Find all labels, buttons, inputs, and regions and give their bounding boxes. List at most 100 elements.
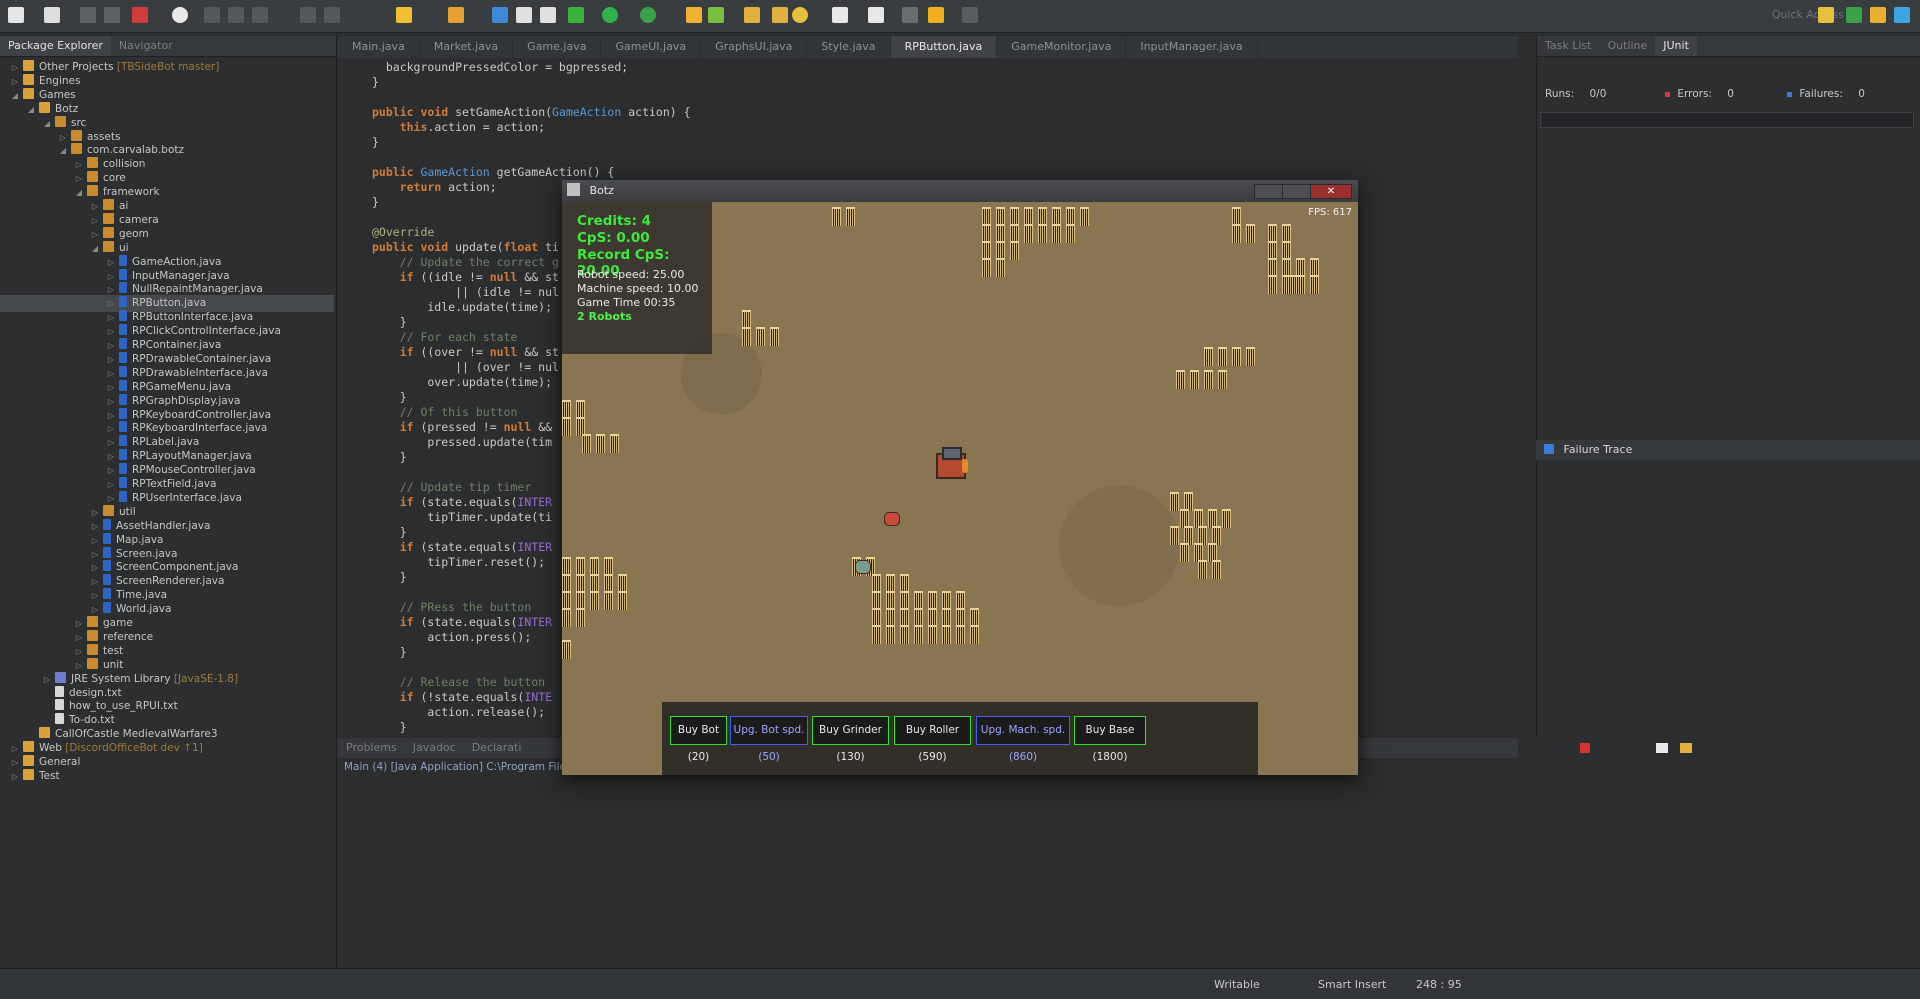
editor-tab[interactable]: GraphsUI.java [701, 36, 808, 58]
step-into-icon[interactable] [300, 7, 316, 23]
tree-item-label: RPTextField.java [132, 478, 217, 490]
console-launch-line: Main (4) [Java Application] C:\Program F… [344, 761, 566, 773]
resume-icon[interactable] [204, 7, 220, 23]
skip-breakpoints-icon[interactable] [172, 7, 188, 23]
clear-console-icon[interactable] [1656, 743, 1668, 753]
editor-tab[interactable]: InputManager.java [1126, 36, 1258, 58]
editor-tab[interactable]: Style.java [807, 36, 891, 58]
project-folder-icon [23, 741, 34, 753]
link-icon[interactable] [492, 7, 508, 23]
format-icon[interactable] [516, 7, 532, 23]
code-line: if ((over != null && st [399, 345, 559, 359]
wrench-icon[interactable] [396, 7, 412, 23]
tree-item-label: com.carvalab.botz [87, 144, 185, 157]
code-line: if (pressed != null && [399, 420, 553, 434]
new-class-icon[interactable] [686, 7, 702, 23]
minimize-button[interactable] [1254, 184, 1284, 199]
open-resource-icon[interactable] [772, 7, 788, 23]
maximize-button[interactable] [1282, 184, 1312, 199]
search-icon[interactable] [792, 7, 808, 23]
editor-tab[interactable]: GameUI.java [601, 36, 702, 58]
suspend-icon[interactable] [228, 7, 244, 23]
code-line: || (over != nul [372, 360, 559, 374]
console-tab[interactable]: Problems [338, 738, 405, 758]
shop-button[interactable]: Upg. Mach. spd. (860) [976, 716, 1070, 763]
pen-icon[interactable] [448, 7, 464, 23]
mini-bot-sprite[interactable] [855, 560, 871, 574]
wheat-crop-icon [886, 625, 895, 644]
wheat-crop-icon [846, 207, 855, 226]
terminate-icon[interactable] [1580, 743, 1590, 753]
tab-outline[interactable]: Outline [1599, 36, 1655, 56]
save-icon[interactable] [80, 7, 96, 23]
wheat-crop-icon [1080, 207, 1089, 226]
code-line: backgroundPressedColor = bgpressed; [372, 60, 629, 74]
game-window[interactable]: Botz ✕ Credits: 4 CpS: 0.00 Record CpS: … [562, 180, 1358, 775]
junit-test-tree[interactable] [1540, 112, 1914, 128]
shop-button[interactable]: Buy Grinder (130) [812, 716, 889, 763]
expand-closed-icon[interactable]: ▷ [10, 768, 20, 785]
console-tab[interactable]: Declarati [464, 738, 530, 758]
tab-navigator[interactable]: Navigator [111, 36, 181, 56]
game-titlebar[interactable]: Botz ✕ [562, 180, 1358, 202]
tree-item[interactable]: ▷ Test [0, 768, 334, 785]
tree-item-suffix: [DiscordOfficeBot dev ↑1] [61, 742, 203, 755]
editor-tab[interactable]: Main.java [338, 36, 420, 58]
shop-button[interactable]: Buy Bot (20) [670, 716, 727, 763]
back-icon[interactable] [928, 7, 944, 23]
package-icon [71, 143, 82, 155]
wheat-crop-icon [1176, 370, 1185, 389]
run-icon[interactable] [602, 7, 618, 23]
open-icon[interactable] [44, 7, 60, 23]
git-perspective-icon[interactable] [1894, 7, 1910, 23]
hud-robot-count: 2 Robots [577, 310, 632, 323]
console-tab[interactable]: Javadoc [405, 738, 464, 758]
hud-game-time: Game Time 00:35 [577, 296, 676, 309]
new-icon[interactable] [8, 7, 24, 23]
perspective-icon[interactable] [1818, 7, 1834, 23]
save-all-icon[interactable] [104, 7, 120, 23]
shop-button[interactable]: Buy Base (1800) [1074, 716, 1146, 763]
project-folder-icon [23, 73, 34, 85]
editor-tab[interactable]: Market.java [420, 36, 514, 58]
tree-item-label: game [103, 617, 133, 629]
annotation-icon[interactable] [868, 7, 884, 23]
robot-sprite[interactable] [932, 445, 968, 481]
tree-item-label: design.txt [69, 686, 122, 699]
debug-perspective-icon[interactable] [1846, 7, 1862, 23]
android-icon[interactable] [568, 7, 584, 23]
pin-console-icon[interactable] [1680, 743, 1692, 753]
code-line: this.action = action; [399, 120, 546, 134]
pin-icon[interactable] [902, 7, 918, 23]
paragraph-icon[interactable] [540, 7, 556, 23]
shop-button[interactable]: Buy Roller (590) [894, 716, 971, 763]
task-icon[interactable] [832, 7, 848, 23]
step-over-icon[interactable] [324, 7, 340, 23]
forward-icon[interactable] [962, 7, 978, 23]
tab-package-explorer[interactable]: Package Explorer [0, 36, 111, 56]
shop-button[interactable]: Upg. Bot spd. (50) [730, 716, 808, 763]
tree-item-label: Time.java [116, 589, 168, 602]
undo-icon[interactable] [132, 7, 148, 23]
editor-tab[interactable]: Game.java [513, 36, 602, 58]
java-file-icon [119, 282, 127, 294]
java-perspective-icon[interactable] [1870, 7, 1886, 23]
java-file-icon [119, 338, 127, 349]
fps-counter: FPS: 617 [1308, 207, 1352, 218]
package-icon [87, 616, 98, 627]
tab-junit[interactable]: JUnit [1655, 36, 1697, 56]
new-package-icon[interactable] [708, 7, 724, 23]
wheat-crop-icon [1222, 509, 1231, 528]
editor-tab[interactable]: RPButton.java [890, 36, 998, 58]
open-type-icon[interactable] [744, 7, 760, 23]
java-app-icon [567, 183, 580, 196]
terminate-icon[interactable] [252, 7, 268, 23]
wheat-crop-icon [1218, 370, 1227, 389]
editor-tab[interactable]: GameMonitor.java [997, 36, 1127, 58]
mini-bot-sprite[interactable] [884, 512, 900, 526]
tab-task-list[interactable]: Task List [1537, 36, 1599, 56]
close-button[interactable]: ✕ [1310, 184, 1352, 199]
tree-item-label: Web [39, 742, 62, 755]
game-canvas[interactable]: Credits: 4 CpS: 0.00 Record CpS: 20.00 R… [562, 202, 1358, 775]
coverage-icon[interactable] [640, 7, 656, 23]
